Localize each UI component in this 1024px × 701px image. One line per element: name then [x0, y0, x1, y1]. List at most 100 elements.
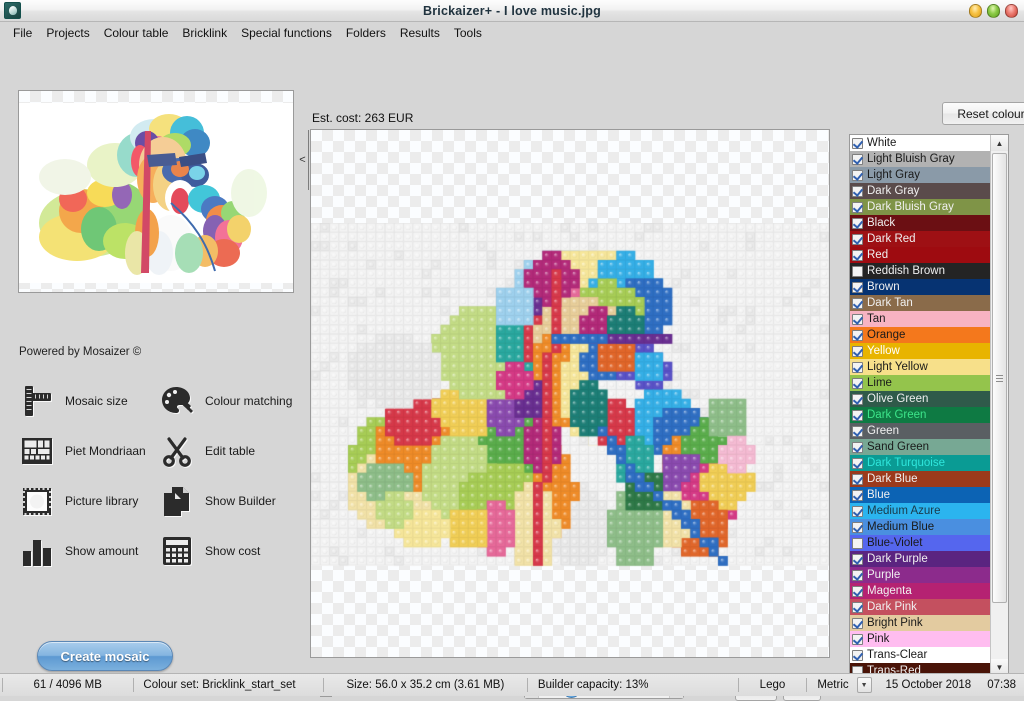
colour-row[interactable]: Dark Red: [850, 231, 990, 247]
colour-row[interactable]: Light Bluish Gray: [850, 151, 990, 167]
units-dropdown[interactable]: ▼: [856, 677, 872, 693]
colour-row[interactable]: Dark Turquoise: [850, 455, 990, 471]
grid-layout-icon: [18, 432, 56, 470]
menu-item-folders[interactable]: Folders: [339, 24, 393, 42]
colour-row[interactable]: Lime: [850, 375, 990, 391]
colour-row[interactable]: Dark Gray: [850, 183, 990, 199]
mosaic-preview[interactable]: [310, 129, 830, 658]
colour-checkbox[interactable]: [852, 249, 863, 261]
tool-button-colour-matching[interactable]: Colour matching: [158, 376, 298, 425]
colour-checkbox[interactable]: [852, 137, 863, 149]
colour-row[interactable]: Blue: [850, 487, 990, 503]
colour-checkbox[interactable]: [852, 457, 863, 469]
colour-row[interactable]: Orange: [850, 327, 990, 343]
colour-checkbox[interactable]: [852, 473, 863, 485]
maximize-button[interactable]: [987, 3, 1000, 18]
colour-checkbox[interactable]: [852, 265, 863, 277]
colour-row[interactable]: Light Yellow: [850, 359, 990, 375]
colour-row[interactable]: Magenta: [850, 583, 990, 599]
colour-checkbox[interactable]: [852, 345, 863, 357]
colour-row[interactable]: Yellow: [850, 343, 990, 359]
colour-checkbox[interactable]: [852, 585, 863, 597]
colour-row[interactable]: Medium Azure: [850, 503, 990, 519]
colour-checkbox[interactable]: [852, 377, 863, 389]
colour-list[interactable]: White Light Bluish Gray Light Gray Dark Gra…: [850, 135, 990, 675]
colour-row[interactable]: Medium Blue: [850, 519, 990, 535]
colour-list-scrollbar[interactable]: ▲ ▼: [990, 135, 1008, 675]
scrollbar-thumb[interactable]: [992, 153, 1007, 603]
colour-checkbox[interactable]: [852, 217, 863, 229]
colour-checkbox[interactable]: [852, 569, 863, 581]
tool-button-show-cost[interactable]: Show cost: [158, 526, 298, 575]
colour-row[interactable]: Brown: [850, 279, 990, 295]
tool-button-mosaic-size[interactable]: Mosaic size: [18, 376, 158, 425]
colour-list-panel[interactable]: White Light Bluish Gray Light Gray Dark Gra…: [849, 134, 1009, 676]
colour-checkbox[interactable]: [852, 233, 863, 245]
minimize-button[interactable]: [969, 3, 982, 18]
colour-checkbox[interactable]: [852, 601, 863, 613]
scroll-up-arrow-icon[interactable]: ▲: [991, 135, 1008, 151]
collapse-panel-handle[interactable]: <: [297, 130, 309, 190]
colour-name: Tan: [867, 313, 886, 325]
create-mosaic-button[interactable]: Create mosaic: [37, 641, 173, 671]
tool-button-show-builder[interactable]: Show Builder: [158, 476, 298, 525]
colour-row[interactable]: Pink: [850, 631, 990, 647]
colour-checkbox[interactable]: [852, 649, 863, 661]
tool-button-picture-library[interactable]: Picture library: [18, 476, 158, 525]
colour-row[interactable]: Dark Tan: [850, 295, 990, 311]
colour-row[interactable]: Green: [850, 423, 990, 439]
colour-row[interactable]: Sand Green: [850, 439, 990, 455]
colour-row[interactable]: Bright Pink: [850, 615, 990, 631]
menu-item-tools[interactable]: Tools: [447, 24, 489, 42]
colour-checkbox[interactable]: [852, 553, 863, 565]
colour-checkbox[interactable]: [852, 169, 863, 181]
colour-name: Dark Bluish Gray: [867, 201, 954, 213]
colour-row[interactable]: Tan: [850, 311, 990, 327]
reset-colour-button[interactable]: Reset colour: [942, 102, 1024, 125]
colour-checkbox[interactable]: [852, 329, 863, 341]
colour-checkbox[interactable]: [852, 617, 863, 629]
menu-item-projects[interactable]: Projects: [39, 24, 96, 42]
colour-row[interactable]: Dark Bluish Gray: [850, 199, 990, 215]
colour-checkbox[interactable]: [852, 185, 863, 197]
colour-checkbox[interactable]: [852, 313, 863, 325]
tool-button-edit-table[interactable]: Edit table: [158, 426, 298, 475]
colour-row[interactable]: Reddish Brown: [850, 263, 990, 279]
close-button[interactable]: [1005, 3, 1018, 18]
colour-row[interactable]: Trans-Clear: [850, 647, 990, 663]
menu-item-special-functions[interactable]: Special functions: [234, 24, 339, 42]
mosaic-brick-canvas[interactable]: [311, 223, 829, 568]
colour-row[interactable]: Purple: [850, 567, 990, 583]
colour-row[interactable]: Black: [850, 215, 990, 231]
colour-row[interactable]: Blue-Violet: [850, 535, 990, 551]
menu-item-bricklink[interactable]: Bricklink: [175, 24, 234, 42]
colour-checkbox[interactable]: [852, 441, 863, 453]
colour-checkbox[interactable]: [852, 393, 863, 405]
colour-checkbox[interactable]: [852, 153, 863, 165]
menu-item-file[interactable]: File: [6, 24, 39, 42]
menu-item-results[interactable]: Results: [393, 24, 447, 42]
colour-checkbox[interactable]: [852, 281, 863, 293]
colour-checkbox[interactable]: [852, 505, 863, 517]
colour-checkbox[interactable]: [852, 537, 863, 549]
colour-row[interactable]: Dark Blue: [850, 471, 990, 487]
colour-row[interactable]: White: [850, 135, 990, 151]
colour-row[interactable]: Dark Green: [850, 407, 990, 423]
colour-row[interactable]: Dark Purple: [850, 551, 990, 567]
colour-checkbox[interactable]: [852, 201, 863, 213]
colour-checkbox[interactable]: [852, 297, 863, 309]
colour-checkbox[interactable]: [852, 521, 863, 533]
menu-item-colour-table[interactable]: Colour table: [97, 24, 176, 42]
tool-button-show-amount[interactable]: Show amount: [18, 526, 158, 575]
colour-row[interactable]: Olive Green: [850, 391, 990, 407]
colour-checkbox[interactable]: [852, 633, 863, 645]
colour-checkbox[interactable]: [852, 489, 863, 501]
colour-row[interactable]: Red: [850, 247, 990, 263]
colour-checkbox[interactable]: [852, 361, 863, 373]
colour-row[interactable]: Light Gray: [850, 167, 990, 183]
source-image-thumbnail[interactable]: [18, 90, 294, 293]
tool-button-piet-mondriaan[interactable]: Piet Mondriaan: [18, 426, 158, 475]
colour-checkbox[interactable]: [852, 409, 863, 421]
colour-row[interactable]: Dark Pink: [850, 599, 990, 615]
colour-checkbox[interactable]: [852, 425, 863, 437]
